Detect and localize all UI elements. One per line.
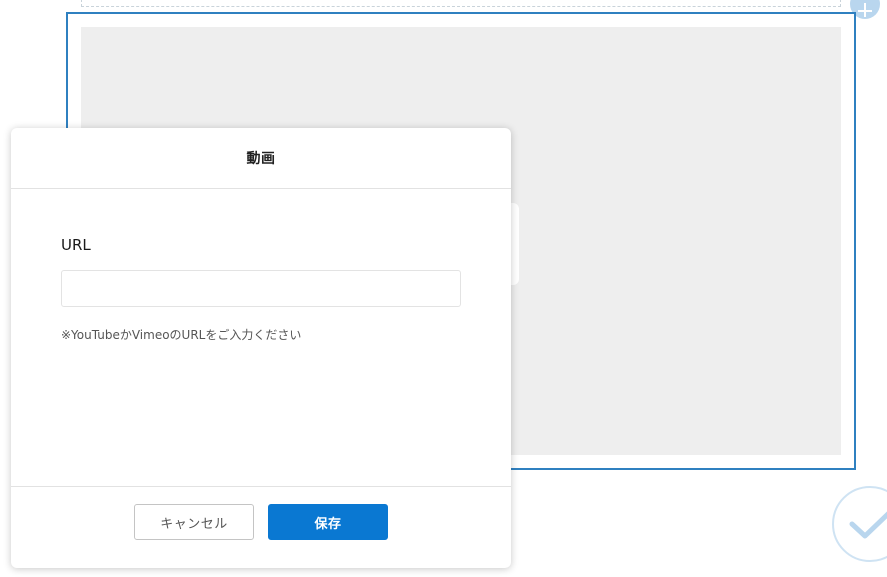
confirm-check-icon[interactable] [832,486,887,562]
section-dashed-outline [81,0,841,7]
save-button[interactable]: 保存 [268,504,388,540]
url-hint-text: ※YouTubeかVimeoのURLをご入力ください [61,328,302,342]
check-icon [849,511,887,539]
modal-header: 動画 [11,128,511,189]
video-modal: 動画 URL ※YouTubeかVimeoのURLをご入力ください キャンセル … [11,128,511,568]
url-input[interactable] [61,270,461,307]
modal-body: URL ※YouTubeかVimeoのURLをご入力ください [61,236,461,343]
cancel-button[interactable]: キャンセル [134,504,254,540]
modal-footer: キャンセル 保存 [11,486,511,568]
url-label: URL [61,236,91,254]
modal-title: 動画 [246,151,276,167]
